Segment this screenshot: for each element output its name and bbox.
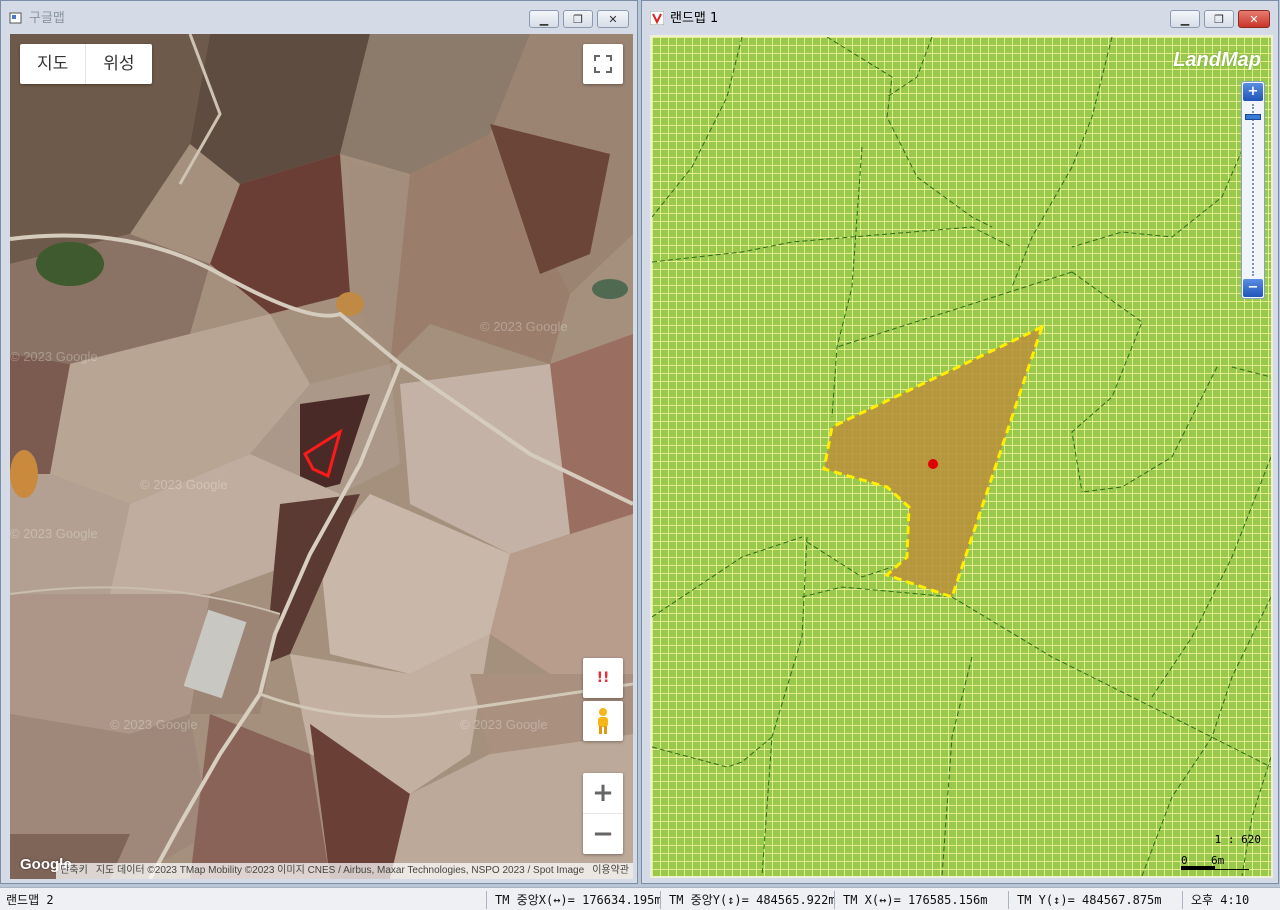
pegman-icon [598, 708, 608, 734]
warning-button[interactable]: !! [583, 658, 623, 698]
maximize-icon: ❐ [573, 12, 583, 26]
terms-link[interactable]: 이용약관 [588, 863, 633, 879]
maximize-icon: ❐ [1214, 12, 1224, 26]
close-icon: ✕ [1249, 12, 1259, 26]
satellite-map[interactable]: © 2023 Google © 2023 Google © 2023 Googl… [10, 34, 633, 879]
satellite-imagery [10, 34, 633, 879]
shortcuts-link[interactable]: 단축키 [56, 863, 92, 879]
minimize-icon: ▁ [539, 12, 549, 26]
google-map-window: 구글맵 ▁ ❐ ✕ © 2023 Google © 2023 Google © … [0, 0, 638, 884]
scale-bar [1181, 866, 1261, 870]
pegman-button[interactable] [583, 701, 623, 741]
landmap-window: 랜드맵 1 ▁ ❐ ✕ LandMap + − 1: 620 0 6m [641, 0, 1279, 884]
zoom-control: + − [583, 773, 623, 854]
zoom-out-button[interactable]: − [583, 814, 623, 854]
fullscreen-icon [594, 55, 612, 73]
map-type-map-button[interactable]: 지도 [20, 44, 85, 84]
status-tm-y: TM Y(↕)= 484567.875m [1008, 891, 1162, 909]
close-icon: ✕ [608, 12, 618, 26]
close-button[interactable]: ✕ [597, 10, 629, 28]
minimize-button[interactable]: ▁ [529, 10, 559, 28]
status-tm-x: TM X(↔)= 176585.156m [834, 891, 988, 909]
window-title: 랜드맵 1 [670, 11, 719, 26]
zoom-slider[interactable]: + − [1241, 81, 1265, 299]
maximize-button[interactable]: ❐ [1204, 10, 1234, 28]
zoom-track[interactable] [1252, 104, 1254, 276]
landmap-logo: LandMap [1173, 49, 1261, 71]
warning-label: !! [596, 670, 610, 686]
minimize-icon: ▁ [1180, 12, 1190, 26]
app-icon [9, 10, 23, 24]
parcel-center-marker [928, 459, 938, 469]
close-button[interactable]: ✕ [1238, 10, 1270, 28]
status-tm-center-x: TM 중앙X(↔)= 176634.195m [486, 891, 662, 909]
zoom-in-button[interactable]: + [583, 774, 623, 814]
map-attribution: 단축키 지도 데이터 ©2023 TMap Mobility ©2023 이미지… [10, 863, 633, 879]
scale-ratio: 1 : 620 [1214, 833, 1261, 846]
map-type-satellite-button[interactable]: 위성 [85, 44, 151, 84]
map-data-credit: 지도 데이터 ©2023 TMap Mobility ©2023 이미지 CNE… [91, 863, 589, 879]
status-window-name: 랜드맵 2 [6, 893, 54, 907]
zoom-in-button[interactable]: + [1243, 83, 1263, 101]
watermark: © 2023 Google [10, 526, 98, 541]
parcel-boundaries [652, 37, 1271, 876]
watermark: © 2023 Google [110, 717, 198, 732]
watermark: © 2023 Google [140, 477, 228, 492]
zoom-out-button[interactable]: − [1243, 279, 1263, 297]
cadastral-map[interactable]: LandMap + − 1 : 620 0 6m [650, 35, 1273, 878]
scale-indicator: 1 : 620 0 6m [1181, 833, 1261, 870]
maximize-button[interactable]: ❐ [563, 10, 593, 28]
status-tm-center-y: TM 중앙Y(↕)= 484565.922m [660, 891, 836, 909]
watermark: © 2023 Google [10, 349, 98, 364]
watermark: © 2023 Google [480, 319, 568, 334]
zoom-knob[interactable] [1245, 113, 1261, 120]
window-title: 구글맵 [29, 11, 65, 26]
map-type-switch: 지도 위성 [20, 44, 152, 84]
landmap-app-icon [649, 10, 665, 25]
minimize-button[interactable]: ▁ [1170, 10, 1200, 28]
status-time: 오후 4:10 [1182, 891, 1249, 909]
fullscreen-button[interactable] [583, 44, 623, 84]
status-bar: 랜드맵 2 TM 중앙X(↔)= 176634.195m TM 중앙Y(↕)= … [0, 887, 1280, 910]
watermark: © 2023 Google [460, 717, 548, 732]
